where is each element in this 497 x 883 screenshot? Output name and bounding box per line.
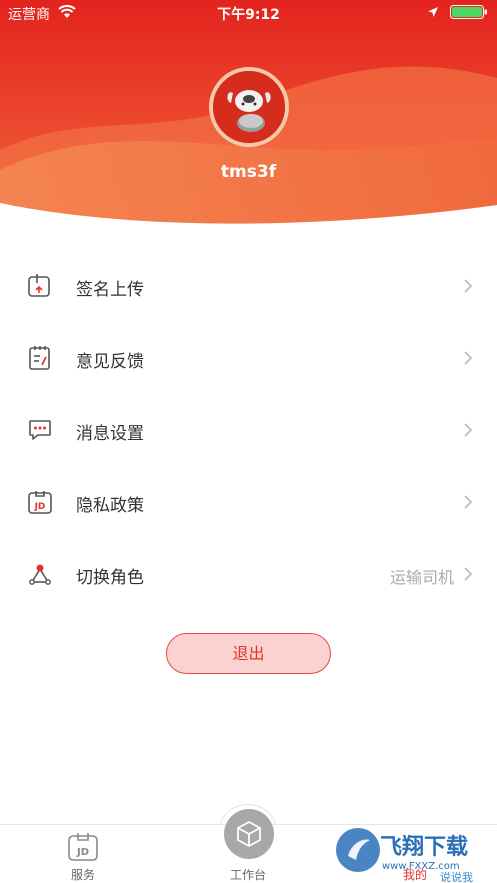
svg-text:说说我: 说说我: [440, 870, 473, 883]
tab-workbench[interactable]: 工作台: [218, 866, 278, 883]
svg-text:JD: JD: [34, 502, 46, 512]
privacy-jd-icon: JD: [28, 491, 52, 514]
status-bar: 运营商 下午9:12: [0, 0, 497, 26]
watermark-logo: 飞翔下载 www.FXXZ.com 说说我: [336, 828, 473, 883]
menu-label: 隐私政策: [76, 496, 144, 516]
svg-text:JD: JD: [76, 847, 89, 858]
menu-item-privacy-policy[interactable]: JD 隐私政策: [0, 473, 497, 531]
signature-upload-icon: [28, 274, 50, 297]
chevron-right-icon: [464, 279, 473, 293]
menu-item-switch-role[interactable]: 切换角色 运输司机: [0, 545, 497, 603]
menu-label: 签名上传: [76, 280, 144, 300]
menu-item-signature-upload[interactable]: 签名上传: [0, 257, 497, 315]
avatar[interactable]: [209, 67, 289, 147]
svg-text:飞翔下载: 飞翔下载: [380, 834, 468, 860]
current-role-value: 运输司机: [389, 568, 454, 587]
message-icon: [29, 420, 51, 440]
chevron-right-icon: [464, 567, 473, 581]
chevron-right-icon: [464, 495, 473, 509]
menu-label: 意见反馈: [76, 352, 144, 372]
jd-dog-mascot-icon: [213, 71, 285, 143]
tab-workbench-button[interactable]: [224, 809, 274, 859]
chevron-right-icon: [464, 351, 473, 365]
watermark: 飞翔下载 www.FXXZ.com 说说我: [330, 824, 497, 883]
menu-item-message-settings[interactable]: 消息设置: [0, 401, 497, 459]
tab-service[interactable]: 服务: [56, 866, 110, 883]
feedback-icon: [29, 346, 50, 370]
battery-icon: [450, 5, 487, 19]
switch-role-icon: [29, 564, 51, 585]
chevron-right-icon: [464, 423, 473, 437]
workbench-cube-icon: [237, 821, 261, 847]
clock: 下午9:12: [217, 7, 280, 23]
username: tms3f: [220, 162, 277, 182]
service-jd-icon[interactable]: JD: [67, 831, 99, 863]
location-arrow-icon: [428, 7, 438, 17]
my-profile-screen: 运营商 下午9:12 tms3f 签名上传 意见反馈 消息设置 JD 隐私政策 …: [0, 0, 497, 883]
menu-item-feedback[interactable]: 意见反馈: [0, 329, 497, 387]
logout-button[interactable]: 退出: [166, 633, 331, 674]
profile-header: 运营商 下午9:12 tms3f: [0, 0, 497, 240]
menu-label: 切换角色: [76, 568, 144, 588]
menu-label: 消息设置: [76, 424, 144, 444]
